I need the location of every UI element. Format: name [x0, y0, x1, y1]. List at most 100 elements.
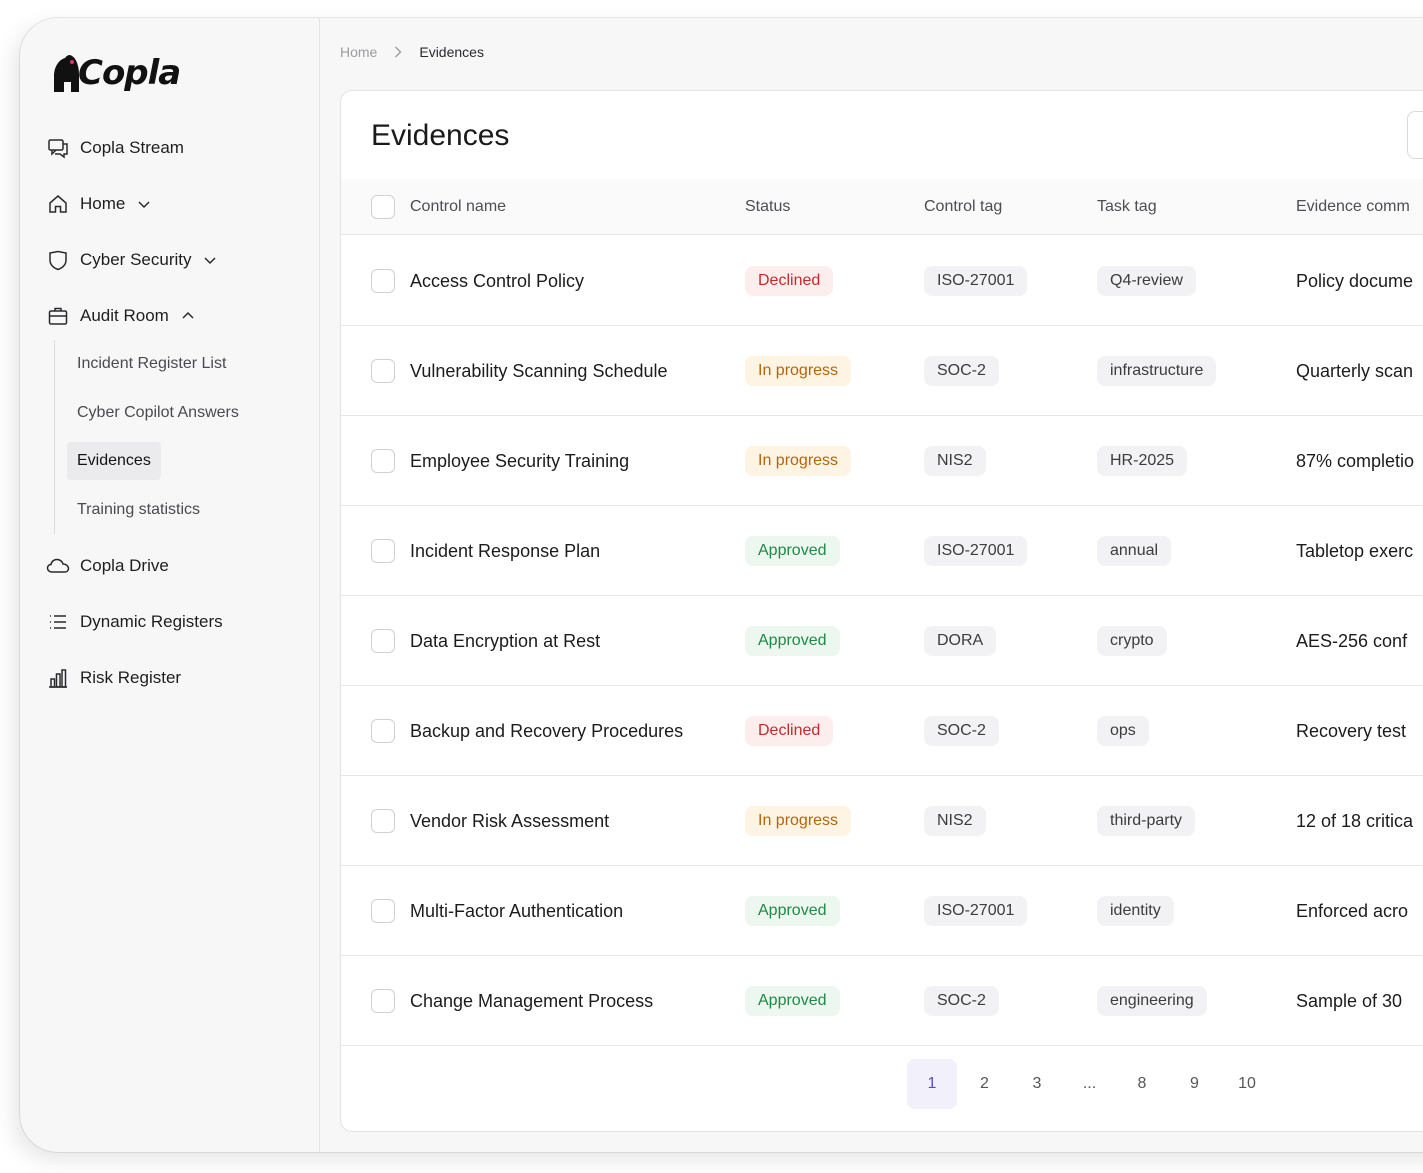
copla-logo[interactable]: Copla: [50, 48, 181, 92]
status-badge: In progress: [745, 356, 852, 386]
control-name-cell: Vulnerability Scanning Schedule: [410, 326, 720, 416]
status-badge: Approved: [745, 986, 840, 1016]
control-name: Access Control Policy: [410, 271, 585, 291]
row-checkbox[interactable]: [371, 719, 395, 743]
sidebar-item-home[interactable]: Home: [46, 176, 306, 232]
control-tag-badge: ISO-27001: [924, 266, 1028, 296]
sidebar-item-risk-register[interactable]: Risk Register: [46, 650, 306, 706]
control-name-cell: Employee Security Training: [410, 416, 720, 506]
table-row[interactable]: Backup and Recovery Procedures Declined SO…: [341, 686, 1423, 776]
pagination: 1 2 3... 8 9 10: [907, 1059, 1275, 1109]
status-cell: In progress: [745, 416, 852, 506]
sidebar-item-cyber-security[interactable]: Cyber Security: [46, 232, 306, 288]
evidence-comment: AES-256 conf: [1296, 630, 1408, 651]
sidebar-item-copla-stream[interactable]: Copla Stream: [46, 120, 306, 176]
row-checkbox[interactable]: [371, 539, 395, 563]
column-header-task-tag[interactable]: Task tag: [1097, 179, 1157, 235]
table-row[interactable]: Vulnerability Scanning Schedule In progre…: [341, 326, 1423, 416]
column-header-control-name[interactable]: Control name: [410, 179, 506, 235]
header-action-button[interactable]: [1407, 111, 1423, 159]
page-button[interactable]: 10: [1222, 1059, 1272, 1109]
task-tag-badge: HR-2025: [1097, 446, 1188, 476]
task-tag-cell: infrastructure: [1097, 326, 1217, 416]
status-badge: Approved: [745, 536, 840, 566]
pagination-ellipsis: ...: [1082, 1075, 1097, 1092]
page-button[interactable]: 3: [1012, 1059, 1062, 1109]
table-row[interactable]: Vendor Risk Assessment In progress NIS2 thi…: [341, 776, 1423, 866]
control-tag-cell: SOC-2: [924, 686, 999, 776]
control-tag-cell: DORA: [924, 596, 997, 686]
task-tag-cell: ops: [1097, 686, 1149, 776]
table-row[interactable]: Incident Response Plan Approved ISO-27001 a…: [341, 506, 1423, 596]
evidence-comment: Sample of 30: [1296, 990, 1403, 1011]
breadcrumb-home-link[interactable]: Home: [340, 44, 377, 60]
row-checkbox[interactable]: [371, 629, 395, 653]
column-header-control-tag[interactable]: Control tag: [924, 179, 1002, 235]
control-name-cell: Backup and Recovery Procedures: [410, 686, 720, 776]
table-row[interactable]: Data Encryption at Rest Approved DORA crypt…: [341, 596, 1423, 686]
evidence-comment-cell: Quarterly scan: [1296, 326, 1413, 416]
table-row[interactable]: Multi-Factor Authentication Approved ISO-2…: [341, 866, 1423, 956]
home-icon: [46, 192, 70, 216]
status-cell: Approved: [745, 596, 840, 686]
control-tag-badge: SOC-2: [924, 356, 999, 386]
subnav-item-label: Cyber Copilot Answers: [77, 403, 239, 421]
row-checkbox[interactable]: [371, 359, 395, 383]
main-content: Home Evidences Evidences Control name St…: [320, 18, 1423, 1152]
row-checkbox[interactable]: [371, 269, 395, 293]
task-tag-cell: engineering: [1097, 956, 1207, 1046]
task-tag-cell: third-party: [1097, 776, 1196, 866]
subnav-item-incident-register-list[interactable]: Incident Register List: [77, 340, 306, 389]
shield-icon: [46, 248, 70, 272]
evidence-comment: Quarterly scan: [1296, 360, 1414, 381]
control-tag-badge: SOC-2: [924, 986, 999, 1016]
page-button[interactable]: 8: [1117, 1059, 1167, 1109]
evidence-comment-cell: Recovery test: [1296, 686, 1406, 776]
control-name: Backup and Recovery Procedures: [410, 721, 684, 741]
row-checkbox[interactable]: [371, 809, 395, 833]
select-all-checkbox[interactable]: [371, 195, 395, 219]
breadcrumb-current: Evidences: [419, 44, 484, 60]
status-badge: Approved: [745, 626, 840, 656]
control-tag-badge: NIS2: [924, 446, 986, 476]
task-tag-cell: identity: [1097, 866, 1174, 956]
row-checkbox[interactable]: [371, 899, 395, 923]
subnav-item-evidences[interactable]: Evidences: [67, 437, 306, 486]
task-tag-badge: third-party: [1097, 806, 1196, 836]
control-tag-badge: DORA: [924, 626, 997, 656]
control-tag-badge: ISO-27001: [924, 536, 1028, 566]
status-badge: In progress: [745, 806, 852, 836]
sidebar-item-dynamic-registers[interactable]: Dynamic Registers: [46, 594, 306, 650]
sidebar-item-label: Risk Register: [80, 668, 182, 687]
control-tag-cell: ISO-27001: [924, 236, 1028, 326]
page-button[interactable]: 2: [960, 1059, 1010, 1109]
subnav-item-label: Evidences: [67, 442, 161, 481]
chevron-up-icon[interactable]: [181, 309, 195, 323]
sidebar-item-audit-room[interactable]: Audit Room: [46, 288, 306, 344]
task-tag-cell: Q4-review: [1097, 236, 1196, 326]
control-name-cell: Incident Response Plan: [410, 506, 720, 596]
control-name: Vulnerability Scanning Schedule: [410, 361, 668, 381]
subnav-item-label: Training statistics: [77, 500, 200, 518]
column-header-status[interactable]: Status: [745, 179, 790, 235]
row-checkbox[interactable]: [371, 989, 395, 1013]
chevron-down-icon[interactable]: [137, 197, 151, 211]
row-checkbox[interactable]: [371, 449, 395, 473]
page-button[interactable]: 1: [907, 1059, 957, 1109]
status-cell: Approved: [745, 506, 840, 596]
table-row[interactable]: Access Control Policy Declined ISO-27001 Q4…: [341, 236, 1423, 326]
bar-chart-icon: [46, 666, 70, 690]
column-header-evidence-comment[interactable]: Evidence comm: [1296, 179, 1410, 235]
table-row[interactable]: Employee Security Training In progress NIS…: [341, 416, 1423, 506]
list-icon: [46, 610, 70, 634]
chevron-down-icon[interactable]: [203, 253, 217, 267]
subnav-item-training-statistics[interactable]: Training statistics: [77, 486, 306, 535]
evidence-comment: Policy docume: [1296, 270, 1414, 291]
subnav-item-cyber-copilot-answers[interactable]: Cyber Copilot Answers: [77, 389, 306, 438]
control-name: Multi-Factor Authentication: [410, 901, 624, 921]
table-row[interactable]: Change Management Process Approved SOC-2 en…: [341, 956, 1423, 1046]
sidebar-item-copla-drive[interactable]: Copla Drive: [46, 538, 306, 594]
task-tag-badge: crypto: [1097, 626, 1167, 656]
page-button[interactable]: 9: [1170, 1059, 1220, 1109]
subnav-item-label: Incident Register List: [77, 355, 227, 373]
